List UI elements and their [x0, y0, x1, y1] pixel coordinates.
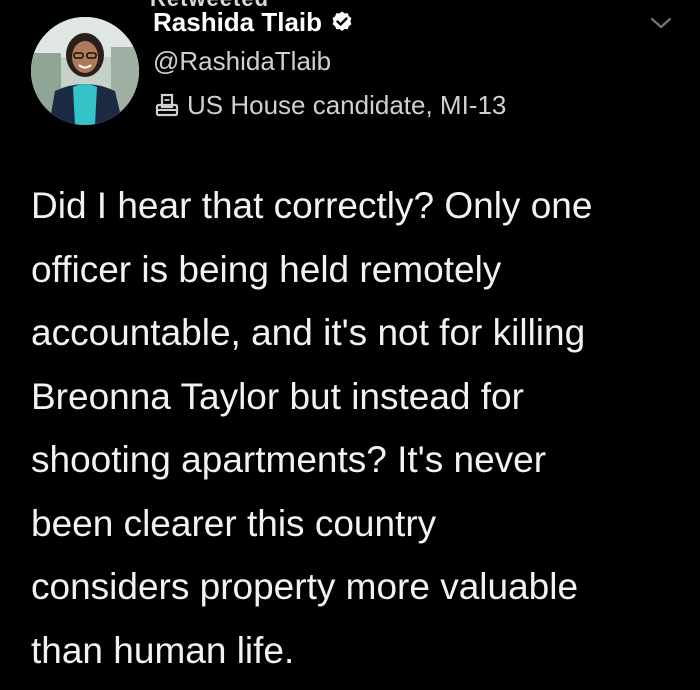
chevron-down-icon[interactable]: [648, 12, 674, 34]
display-name[interactable]: Rashida Tlaib: [153, 7, 322, 38]
tweet-text-line: than human life.: [31, 629, 295, 671]
author-label-row: US House candidate, MI-13: [153, 88, 506, 122]
author-name-row[interactable]: Rashida Tlaib: [153, 4, 354, 40]
author-label-text: US House candidate, MI-13: [187, 89, 507, 120]
tweet-body: Did I hear that correctly? Only one offi…: [31, 174, 691, 682]
avatar-image: [31, 17, 139, 125]
ballot-box-icon: [153, 91, 181, 119]
tweet-text-line: shooting apartments? It's never: [31, 439, 547, 480]
verified-badge-icon: [330, 10, 354, 34]
tweet-text-line: accountable, and it's not for killing: [31, 312, 586, 353]
tweet-text-line: Breonna Taylor but instead for: [31, 375, 524, 417]
tweet-text-line: officer is being held remotely: [31, 248, 502, 290]
tweet-text-line: been clearer this country: [31, 502, 437, 544]
tweet-text-line: Did I hear that correctly? Only one: [31, 185, 593, 226]
author-handle[interactable]: @RashidaTlaib: [153, 46, 331, 77]
tweet-text-line: considers property more valuable: [31, 566, 579, 607]
tweet-card[interactable]: Retweeted Rashida Tlaib @RashidaTlaib: [0, 0, 700, 690]
avatar[interactable]: [31, 17, 139, 125]
